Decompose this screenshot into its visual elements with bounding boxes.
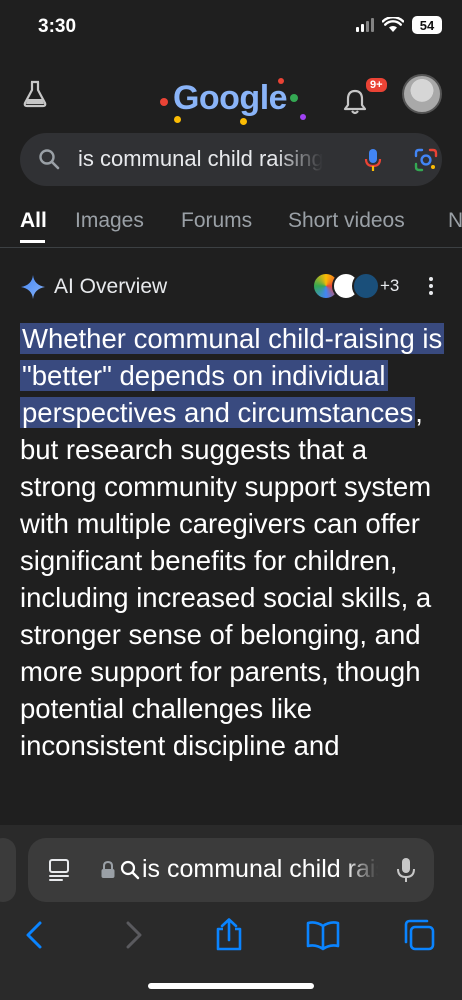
sparkle-icon [21,275,45,299]
address-text[interactable]: is communal child raising [142,855,378,885]
avatar[interactable] [402,74,442,114]
tab-next[interactable]: N [448,209,462,233]
cellular-signal-icon [356,18,374,32]
more-vert-icon[interactable] [426,274,436,298]
ai-overview-header: AI Overview +3 [0,268,462,304]
tab-images[interactable]: Images [75,209,144,233]
status-bar: 3:30 54 [0,0,462,56]
tabs-divider [0,247,462,248]
notifications-button[interactable]: 9+ [342,76,389,118]
search-input[interactable]: is communal child raising [78,146,323,174]
source-avatars[interactable] [312,270,382,302]
search-tabs: All Images Forums Short videos N [0,200,462,250]
browser-toolbar [0,910,462,964]
more-sources-count[interactable]: +3 [380,276,399,296]
tab-all[interactable]: All [20,209,47,233]
google-header: Google 9+ [0,56,462,136]
chevron-left-icon[interactable] [18,918,52,952]
answer-body-text: , but research suggests that a strong co… [20,397,432,761]
tabs-icon[interactable] [48,858,70,882]
tab-short-videos[interactable]: Short videos [288,209,405,233]
notification-badge: 9+ [364,76,389,94]
flask-icon[interactable] [22,80,48,108]
book-icon[interactable] [306,918,340,952]
address-bar[interactable]: is communal child raising [28,838,434,902]
bell-icon [343,89,367,115]
lens-icon[interactable] [413,147,439,173]
previous-tab-stub[interactable] [0,838,16,902]
wifi-icon [382,17,404,32]
chevron-right-icon[interactable] [116,918,150,952]
tab-forums[interactable]: Forums [181,209,252,233]
share-icon[interactable] [212,918,246,952]
home-indicator[interactable] [148,983,314,989]
google-doodle[interactable]: Google [150,68,310,128]
battery-indicator: 54 [412,16,442,34]
source-icon [352,272,380,300]
google-logo-text: Google [172,78,288,117]
status-icons: 54 [356,16,442,34]
search-icon [120,860,140,880]
ai-overview-title: AI Overview [54,275,168,298]
search-icon [39,149,60,170]
mic-icon[interactable] [360,147,386,173]
search-bar[interactable]: is communal child raising [20,133,442,186]
lock-icon [101,861,115,878]
active-tab-indicator [20,240,45,243]
tabs-overview-icon[interactable] [402,918,436,952]
status-time: 3:30 [38,16,77,37]
mic-icon[interactable] [396,856,416,884]
ai-overview-answer: Whether communal child-raising is "bette… [20,320,445,764]
highlighted-text: Whether communal child-raising is "bette… [20,323,445,428]
